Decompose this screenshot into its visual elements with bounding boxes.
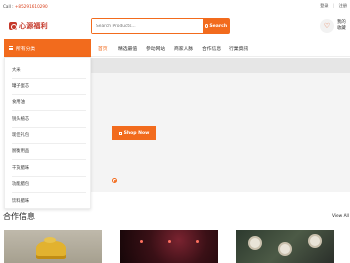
category-item[interactable]: 现佳礼包 bbox=[12, 127, 86, 144]
nav-item-activity[interactable]: 参动网站 bbox=[146, 45, 165, 52]
wishlist-label-line2: 收藏 bbox=[337, 25, 346, 31]
search-button-label: Search bbox=[209, 23, 228, 29]
wishlist-label-line1: 我的 bbox=[337, 20, 346, 25]
register-link[interactable]: 注册 bbox=[339, 3, 347, 8]
stage-light bbox=[140, 240, 143, 243]
account-links: 登录 | 注册 bbox=[317, 3, 347, 9]
all-categories-label: 所有分类 bbox=[16, 46, 36, 52]
plate-image bbox=[248, 236, 262, 250]
search-icon bbox=[204, 24, 209, 28]
top-bar: Call : +85291610290 登录 | 注册 bbox=[0, 0, 350, 12]
heart-icon: ♡ bbox=[323, 21, 331, 30]
category-item[interactable]: 功能腊包 bbox=[12, 176, 86, 193]
divider: | bbox=[332, 3, 335, 8]
category-item[interactable]: 干货腊味 bbox=[12, 160, 86, 177]
all-categories-button[interactable]: 所有分类 bbox=[4, 39, 91, 57]
category-item[interactable]: 罐子蛋芯 bbox=[12, 78, 86, 96]
slider-dot[interactable] bbox=[112, 178, 117, 183]
wishlist-label[interactable]: 我的 收藏 bbox=[337, 20, 346, 31]
logo-text: 心源福利 bbox=[19, 21, 48, 30]
shop-now-label: Shop Now bbox=[123, 130, 150, 136]
search-input[interactable] bbox=[92, 19, 203, 33]
nav-item-merchants[interactable]: 商家人脉 bbox=[174, 45, 193, 52]
stage-light bbox=[168, 240, 171, 243]
logo-icon bbox=[9, 22, 17, 30]
category-item[interactable]: 锐头植芯 bbox=[12, 111, 86, 128]
nav-item-featured[interactable]: 精选最值 bbox=[118, 45, 137, 52]
info-card-image[interactable] bbox=[4, 230, 102, 263]
category-list: 大米 罐子蛋芯 食用油 锐头植芯 现佳礼包 厨衡用品 干货腊味 功能腊包 饮料腊… bbox=[4, 57, 91, 209]
shopping-bag-icon bbox=[118, 131, 122, 135]
category-item[interactable]: 大米 bbox=[12, 62, 86, 79]
search-button[interactable]: Search bbox=[203, 19, 229, 33]
site-logo[interactable]: 心源福利 bbox=[9, 19, 48, 33]
search-bar: Search bbox=[91, 18, 230, 34]
phone-number[interactable]: +85291610290 bbox=[15, 4, 48, 9]
stage-light bbox=[196, 240, 199, 243]
view-all-link[interactable]: View All bbox=[332, 214, 349, 219]
main-nav: 首页 精选最值 参动网站 商家人脉 合作信息 行業資訊 bbox=[91, 39, 350, 57]
login-link[interactable]: 登录 bbox=[320, 3, 328, 8]
hero-image-strip bbox=[91, 58, 350, 73]
hero-banner bbox=[91, 58, 350, 192]
nav-item-industry-news[interactable]: 行業資訊 bbox=[229, 45, 248, 52]
info-card-image[interactable] bbox=[236, 230, 334, 263]
menu-icon bbox=[9, 46, 13, 50]
nav-item-home[interactable]: 首页 bbox=[98, 45, 108, 52]
category-item[interactable]: 饮料腊味 bbox=[12, 192, 86, 209]
contact-info: Call : +85291610290 bbox=[3, 4, 48, 9]
category-item[interactable]: 厨衡用品 bbox=[12, 144, 86, 161]
call-label: Call : bbox=[3, 3, 14, 9]
category-item[interactable]: 食用油 bbox=[12, 95, 86, 112]
nav-item-cooperation[interactable]: 合作信息 bbox=[202, 45, 221, 52]
shop-now-button[interactable]: Shop Now bbox=[112, 126, 156, 140]
info-card-image[interactable] bbox=[120, 230, 218, 263]
plate-image bbox=[308, 234, 322, 248]
cake-image bbox=[36, 237, 66, 259]
wishlist-button[interactable]: ♡ bbox=[320, 19, 334, 33]
section-title: 合作信息 bbox=[3, 212, 35, 221]
plate-image bbox=[278, 242, 292, 256]
